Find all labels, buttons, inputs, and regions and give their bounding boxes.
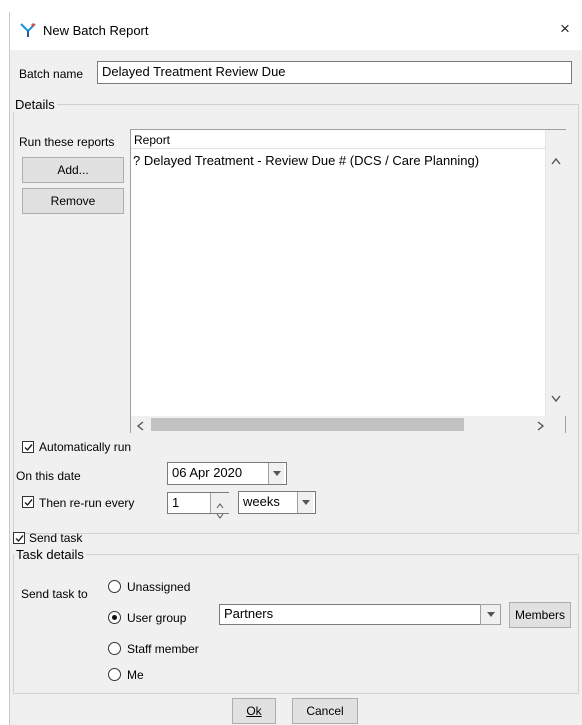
title-bar: New Batch Report × xyxy=(10,12,582,50)
chevron-down-icon xyxy=(273,471,281,476)
window-title: New Batch Report xyxy=(43,23,149,38)
scroll-left-icon[interactable] xyxy=(136,420,144,434)
radio-unassigned[interactable] xyxy=(108,580,121,593)
radio-selected-dot xyxy=(112,615,117,620)
batch-name-label: Batch name xyxy=(19,67,84,81)
send-to-label: Send task to xyxy=(21,587,88,601)
vertical-scrollbar[interactable] xyxy=(545,130,566,416)
list-item[interactable]: ? Delayed Treatment - Review Due # (DCS … xyxy=(133,153,543,171)
close-icon[interactable]: × xyxy=(554,18,576,40)
report-list-header[interactable]: Report xyxy=(131,130,545,149)
rerun-label: Then re-run every xyxy=(39,496,135,510)
radio-unassigned-label: Unassigned xyxy=(127,580,191,594)
scroll-right-icon[interactable] xyxy=(537,420,545,434)
unit-dropdown-button[interactable] xyxy=(297,492,313,513)
scroll-up-icon[interactable] xyxy=(551,154,561,168)
details-legend: Details xyxy=(13,97,57,112)
radio-me[interactable] xyxy=(108,668,121,681)
date-picker[interactable]: 06 Apr 2020 xyxy=(167,462,287,485)
rerun-unit-value: weeks xyxy=(243,494,280,509)
date-value: 06 Apr 2020 xyxy=(172,465,243,480)
auto-run-label: Automatically run xyxy=(39,440,132,454)
rerun-checkbox[interactable] xyxy=(22,496,34,508)
stepper-down-icon[interactable] xyxy=(216,505,224,524)
chevron-down-icon xyxy=(487,612,495,617)
cancel-button-label: Cancel xyxy=(306,704,344,718)
date-dropdown-button[interactable] xyxy=(268,463,284,484)
radio-me-label: Me xyxy=(127,668,144,682)
remove-report-button[interactable]: Remove xyxy=(22,188,124,214)
radio-staff-member[interactable] xyxy=(108,642,121,655)
report-item-label: ? Delayed Treatment - Review Due # (DCS … xyxy=(133,153,480,168)
app-logo-icon xyxy=(20,22,36,41)
user-group-dropdown-button[interactable] xyxy=(480,604,501,625)
ok-button-label: Ok xyxy=(246,704,262,718)
scroll-down-icon[interactable] xyxy=(551,392,561,406)
cancel-button[interactable]: Cancel xyxy=(292,698,358,724)
add-report-button[interactable]: Add... xyxy=(22,157,124,183)
horizontal-scroll-thumb[interactable] xyxy=(151,418,464,431)
ok-button[interactable]: Ok xyxy=(232,698,276,724)
on-this-date-label: On this date xyxy=(16,469,81,483)
add-report-button-label: Add... xyxy=(57,163,89,177)
run-reports-label: Run these reports xyxy=(19,135,115,149)
horizontal-scrollbar[interactable] xyxy=(131,416,565,433)
rerun-unit-select[interactable]: weeks xyxy=(238,491,316,514)
user-group-value: Partners xyxy=(224,606,274,621)
new-batch-report-dialog: New Batch Report × Batch name Delayed Tr… xyxy=(9,12,582,725)
rerun-value: 1 xyxy=(172,495,180,510)
report-list[interactable]: Report ? Delayed Treatment - Review Due … xyxy=(130,129,566,433)
chevron-down-icon xyxy=(302,500,310,505)
task-details-legend: Task details xyxy=(14,547,86,562)
members-button-label: Members xyxy=(514,608,565,622)
report-column-header: Report xyxy=(134,133,171,147)
send-task-checkbox[interactable] xyxy=(13,532,25,544)
stepper-buttons[interactable] xyxy=(210,493,229,519)
batch-name-input[interactable]: Delayed Treatment Review Due xyxy=(97,61,572,84)
rerun-stepper[interactable]: 1 xyxy=(167,492,229,519)
members-button[interactable]: Members xyxy=(509,602,571,628)
auto-run-checkbox[interactable] xyxy=(22,441,34,453)
radio-user-group-label: User group xyxy=(127,611,187,625)
send-task-label: Send task xyxy=(29,531,83,545)
radio-user-group[interactable] xyxy=(108,611,121,624)
radio-staff-member-label: Staff member xyxy=(127,642,199,656)
remove-report-button-label: Remove xyxy=(50,194,96,208)
user-group-select[interactable]: Partners xyxy=(219,604,500,625)
